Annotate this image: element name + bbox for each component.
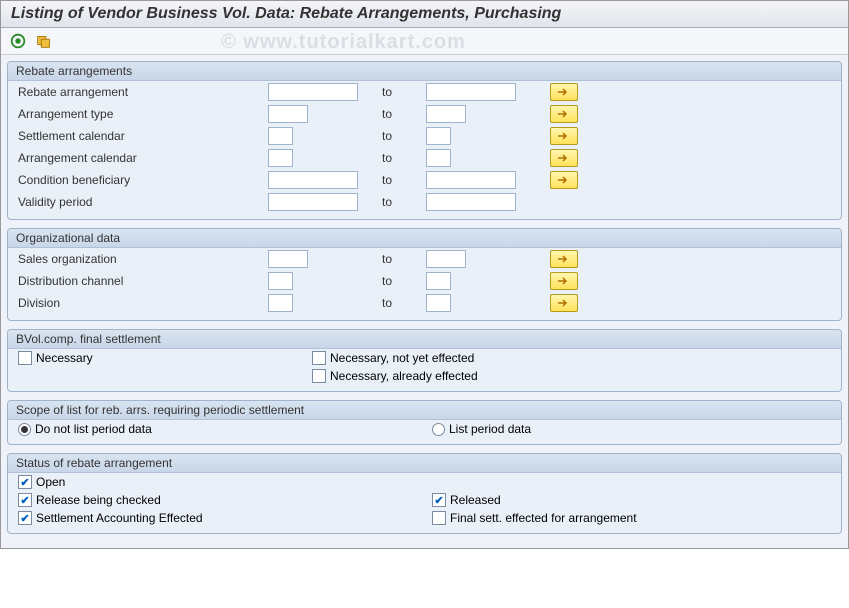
arrangement-calendar-to[interactable] <box>426 149 451 167</box>
to-label: to <box>376 85 426 99</box>
label-final-sett: Final sett. effected for arrangement <box>450 511 637 525</box>
checkbox-final-sett[interactable] <box>432 511 446 525</box>
to-label: to <box>376 151 426 165</box>
group-title-bvol: BVol.comp. final settlement <box>8 330 841 349</box>
multi-select-rebate-arrangement[interactable] <box>550 83 578 101</box>
checkbox-settlement-acc[interactable] <box>18 511 32 525</box>
label-do-not-list: Do not list period data <box>35 422 152 436</box>
division-from[interactable] <box>268 294 293 312</box>
radio-list[interactable] <box>432 423 445 436</box>
group-status: Status of rebate arrangement Open Releas… <box>7 453 842 534</box>
multi-select-division[interactable] <box>550 294 578 312</box>
to-label: to <box>376 296 426 310</box>
rebate-arrangement-to[interactable] <box>426 83 516 101</box>
label-sales-org: Sales organization <box>18 252 268 266</box>
group-scope: Scope of list for reb. arrs. requiring p… <box>7 400 842 445</box>
dist-channel-from[interactable] <box>268 272 293 290</box>
label-settlement-acc: Settlement Accounting Effected <box>36 511 203 525</box>
to-label: to <box>376 173 426 187</box>
checkbox-necessary-already[interactable] <box>312 369 326 383</box>
sales-org-to[interactable] <box>426 250 466 268</box>
arrangement-type-from[interactable] <box>268 105 308 123</box>
to-label: to <box>376 195 426 209</box>
label-settlement-calendar: Settlement calendar <box>18 129 268 143</box>
label-rebate-arrangement: Rebate arrangement <box>18 85 268 99</box>
label-necessary: Necessary <box>36 351 93 365</box>
label-arrangement-type: Arrangement type <box>18 107 268 121</box>
label-released: Released <box>450 493 501 507</box>
condition-beneficiary-from[interactable] <box>268 171 358 189</box>
group-title-status: Status of rebate arrangement <box>8 454 841 473</box>
label-division: Division <box>18 296 268 310</box>
group-title-org: Organizational data <box>8 229 841 248</box>
execute-button[interactable] <box>9 32 27 50</box>
to-label: to <box>376 274 426 288</box>
checkbox-release-checked[interactable] <box>18 493 32 507</box>
multi-select-settlement-calendar[interactable] <box>550 127 578 145</box>
arrangement-type-to[interactable] <box>426 105 466 123</box>
multi-select-arrangement-calendar[interactable] <box>550 149 578 167</box>
dist-channel-to[interactable] <box>426 272 451 290</box>
settlement-calendar-to[interactable] <box>426 127 451 145</box>
label-release-checked: Release being checked <box>36 493 161 507</box>
variant-button[interactable] <box>35 32 53 50</box>
group-title-scope: Scope of list for reb. arrs. requiring p… <box>8 401 841 420</box>
settlement-calendar-from[interactable] <box>268 127 293 145</box>
to-label: to <box>376 252 426 266</box>
arrangement-calendar-from[interactable] <box>268 149 293 167</box>
multi-select-condition-beneficiary[interactable] <box>550 171 578 189</box>
validity-period-from[interactable] <box>268 193 358 211</box>
group-org: Organizational data Sales organization t… <box>7 228 842 321</box>
label-open: Open <box>36 475 65 489</box>
checkbox-necessary-not-yet[interactable] <box>312 351 326 365</box>
label-arrangement-calendar: Arrangement calendar <box>18 151 268 165</box>
label-necessary-not-yet: Necessary, not yet effected <box>330 351 474 365</box>
label-necessary-already: Necessary, already effected <box>330 369 478 383</box>
division-to[interactable] <box>426 294 451 312</box>
validity-period-to[interactable] <box>426 193 516 211</box>
label-dist-channel: Distribution channel <box>18 274 268 288</box>
condition-beneficiary-to[interactable] <box>426 171 516 189</box>
group-rebate: Rebate arrangements Rebate arrangement t… <box>7 61 842 220</box>
label-list: List period data <box>449 422 531 436</box>
toolbar <box>1 28 848 55</box>
checkbox-open[interactable] <box>18 475 32 489</box>
to-label: to <box>376 129 426 143</box>
page-title: Listing of Vendor Business Vol. Data: Re… <box>1 1 848 28</box>
sales-org-from[interactable] <box>268 250 308 268</box>
group-title-rebate: Rebate arrangements <box>8 62 841 81</box>
rebate-arrangement-from[interactable] <box>268 83 358 101</box>
to-label: to <box>376 107 426 121</box>
group-bvol: BVol.comp. final settlement Necessary Ne… <box>7 329 842 392</box>
checkbox-necessary[interactable] <box>18 351 32 365</box>
label-condition-beneficiary: Condition beneficiary <box>18 173 268 187</box>
label-validity-period: Validity period <box>18 195 268 209</box>
multi-select-arrangement-type[interactable] <box>550 105 578 123</box>
multi-select-sales-org[interactable] <box>550 250 578 268</box>
multi-select-dist-channel[interactable] <box>550 272 578 290</box>
radio-do-not-list[interactable] <box>18 423 31 436</box>
checkbox-released[interactable] <box>432 493 446 507</box>
